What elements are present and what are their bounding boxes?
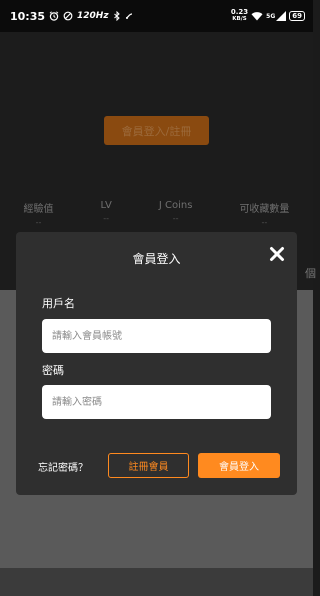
username-input[interactable] xyxy=(42,319,271,353)
network-speed-unit: KB/S xyxy=(232,16,247,22)
status-left: 10:35 120Hz xyxy=(10,10,133,23)
background-login-register-button: 會員登入/註冊 xyxy=(104,116,209,145)
stat-label: J Coins xyxy=(158,200,193,211)
password-input[interactable] xyxy=(42,385,271,419)
nfc-icon xyxy=(125,12,133,20)
status-right: 0.23 KB/S 5G 69 xyxy=(231,9,305,23)
alarm-icon xyxy=(49,11,59,21)
bluetooth-icon xyxy=(113,11,121,21)
signal-label: 5G xyxy=(266,12,276,20)
stat-label: 經驗值 xyxy=(23,204,54,215)
register-button[interactable]: 註冊會員 xyxy=(108,453,189,478)
network-speed-value: 0.23 xyxy=(230,8,249,16)
stat-collectible-count: 可收藏數量 -- xyxy=(239,200,289,227)
network-speed: 0.23 KB/S xyxy=(231,9,248,23)
stat-label: LV xyxy=(100,200,112,211)
app-background-footer xyxy=(0,568,313,596)
password-label: 密碼 xyxy=(42,364,64,377)
status-bar: 10:35 120Hz 0.23 KB/S 5G 69 xyxy=(0,0,313,32)
login-button[interactable]: 會員登入 xyxy=(198,453,280,478)
close-button[interactable] xyxy=(269,246,285,262)
cellular-signal-icon: 5G xyxy=(266,11,287,21)
stat-label: 可收藏數量 xyxy=(239,204,290,215)
stat-value: -- xyxy=(35,218,42,227)
battery-indicator: 69 xyxy=(289,11,305,21)
stat-value: -- xyxy=(172,214,179,223)
forgot-password-link[interactable]: 忘記密碼？ xyxy=(38,459,88,474)
background-side-label: 個 xyxy=(305,267,316,280)
stat-level: LV -- xyxy=(101,200,112,227)
username-label: 用戶名 xyxy=(42,297,75,310)
login-modal: 會員登入 用戶名 密碼 忘記密碼？ 註冊會員 會員登入 xyxy=(16,232,297,495)
wifi-icon xyxy=(251,11,263,21)
stat-value: -- xyxy=(261,218,268,227)
modal-title: 會員登入 xyxy=(132,252,181,266)
stat-experience: 經驗值 -- xyxy=(24,200,54,227)
refresh-rate: 120Hz xyxy=(77,11,109,21)
status-time: 10:35 xyxy=(10,9,46,23)
member-stats-row: 經驗值 -- LV -- J Coins -- 可收藏數量 -- xyxy=(0,200,313,227)
stat-value: -- xyxy=(103,214,110,223)
close-icon xyxy=(270,247,284,261)
stat-coins: J Coins -- xyxy=(159,200,193,227)
do-not-disturb-icon xyxy=(63,11,73,21)
